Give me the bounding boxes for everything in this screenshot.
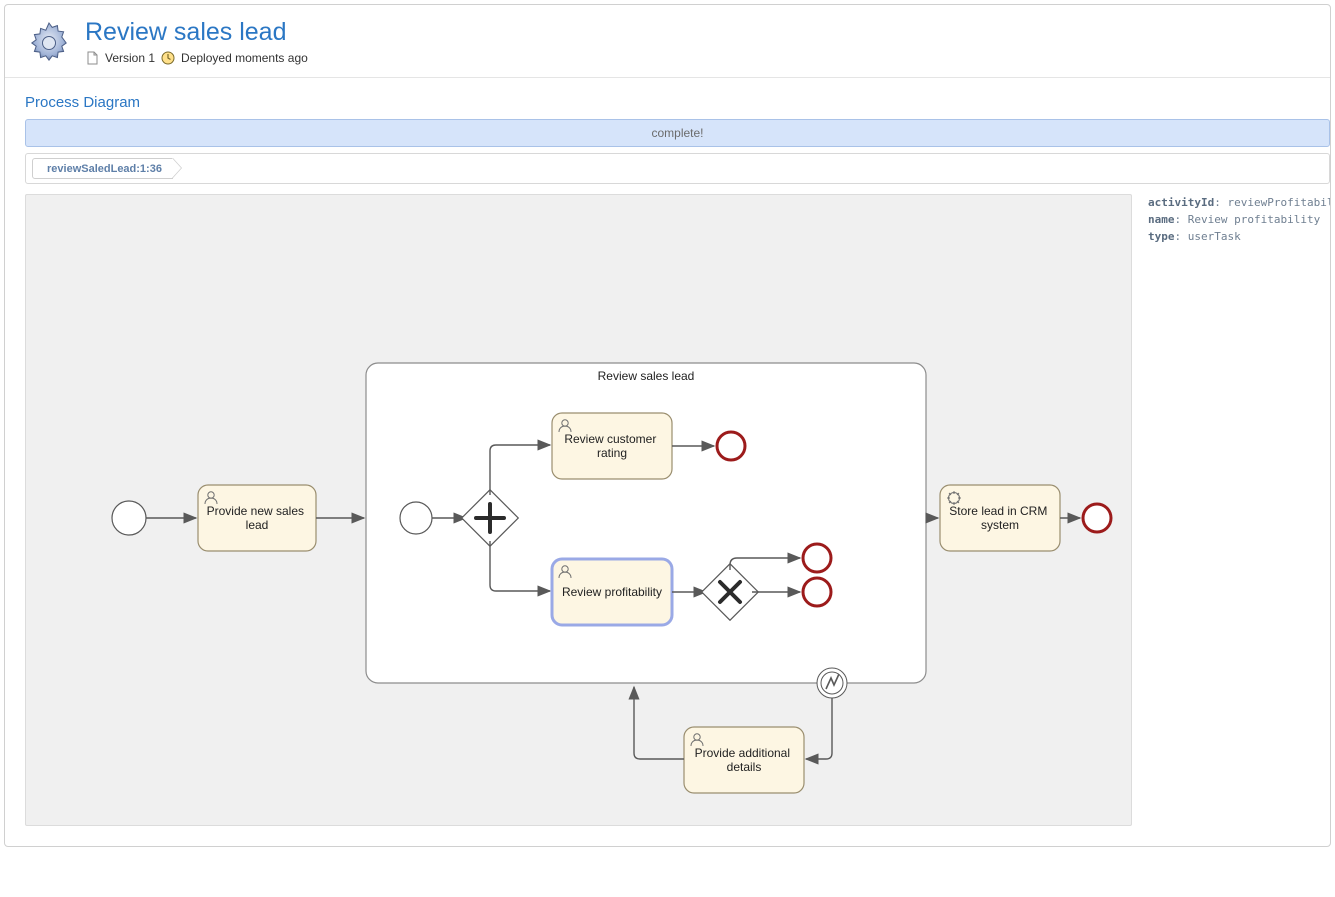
deployed-label: Deployed moments ago bbox=[181, 51, 308, 65]
document-icon bbox=[85, 51, 99, 65]
section-title: Process Diagram bbox=[5, 78, 1330, 119]
end-event-rating[interactable] bbox=[717, 432, 745, 460]
task-review-profitability[interactable]: Review profitability bbox=[552, 559, 672, 625]
diagram-canvas[interactable]: Review sales lead Provide new sales bbox=[25, 194, 1132, 826]
task-provide-new-sales-lead[interactable]: Provide new sales lead bbox=[198, 485, 316, 551]
header-text-block: Review sales lead Version 1 Deployed mom… bbox=[85, 19, 308, 65]
end-event-profit[interactable] bbox=[803, 578, 831, 606]
page-subline: Version 1 Deployed moments ago bbox=[85, 51, 308, 65]
breadcrumb-item[interactable]: reviewSaledLead:1:36 bbox=[32, 158, 173, 179]
error-end-event[interactable] bbox=[803, 544, 831, 572]
page-header: Review sales lead Version 1 Deployed mom… bbox=[5, 5, 1330, 78]
task-store-lead-in-crm[interactable]: Store lead in CRM system bbox=[940, 485, 1060, 551]
version-label: Version 1 bbox=[105, 51, 155, 65]
task-label: Review profitability bbox=[562, 585, 662, 599]
status-bar: complete! bbox=[25, 119, 1330, 147]
inner-start-event[interactable] bbox=[400, 502, 432, 534]
process-end-event[interactable] bbox=[1083, 504, 1111, 532]
pool-label: Review sales lead bbox=[598, 369, 695, 383]
boundary-error-event[interactable] bbox=[817, 668, 847, 698]
app-frame: Review sales lead Version 1 Deployed mom… bbox=[4, 4, 1331, 847]
task-provide-additional-details[interactable]: Provide additional details bbox=[684, 727, 804, 793]
start-event[interactable] bbox=[112, 501, 146, 535]
task-review-customer-rating[interactable]: Review customer rating bbox=[552, 413, 672, 479]
subprocess-pool[interactable] bbox=[366, 363, 926, 683]
flow-boundary-to-details bbox=[806, 698, 832, 759]
breadcrumb: reviewSaledLead:1:36 bbox=[25, 153, 1330, 184]
selection-metadata: activityId: reviewProfitability name: Re… bbox=[1148, 194, 1331, 245]
content-area: complete! reviewSaledLead:1:36 Review sa… bbox=[5, 119, 1330, 846]
flow-details-to-pool bbox=[634, 687, 684, 759]
page-title: Review sales lead bbox=[85, 19, 308, 45]
gear-icon bbox=[25, 19, 73, 67]
canvas-row: Review sales lead Provide new sales bbox=[25, 194, 1330, 826]
clock-icon bbox=[161, 51, 175, 65]
